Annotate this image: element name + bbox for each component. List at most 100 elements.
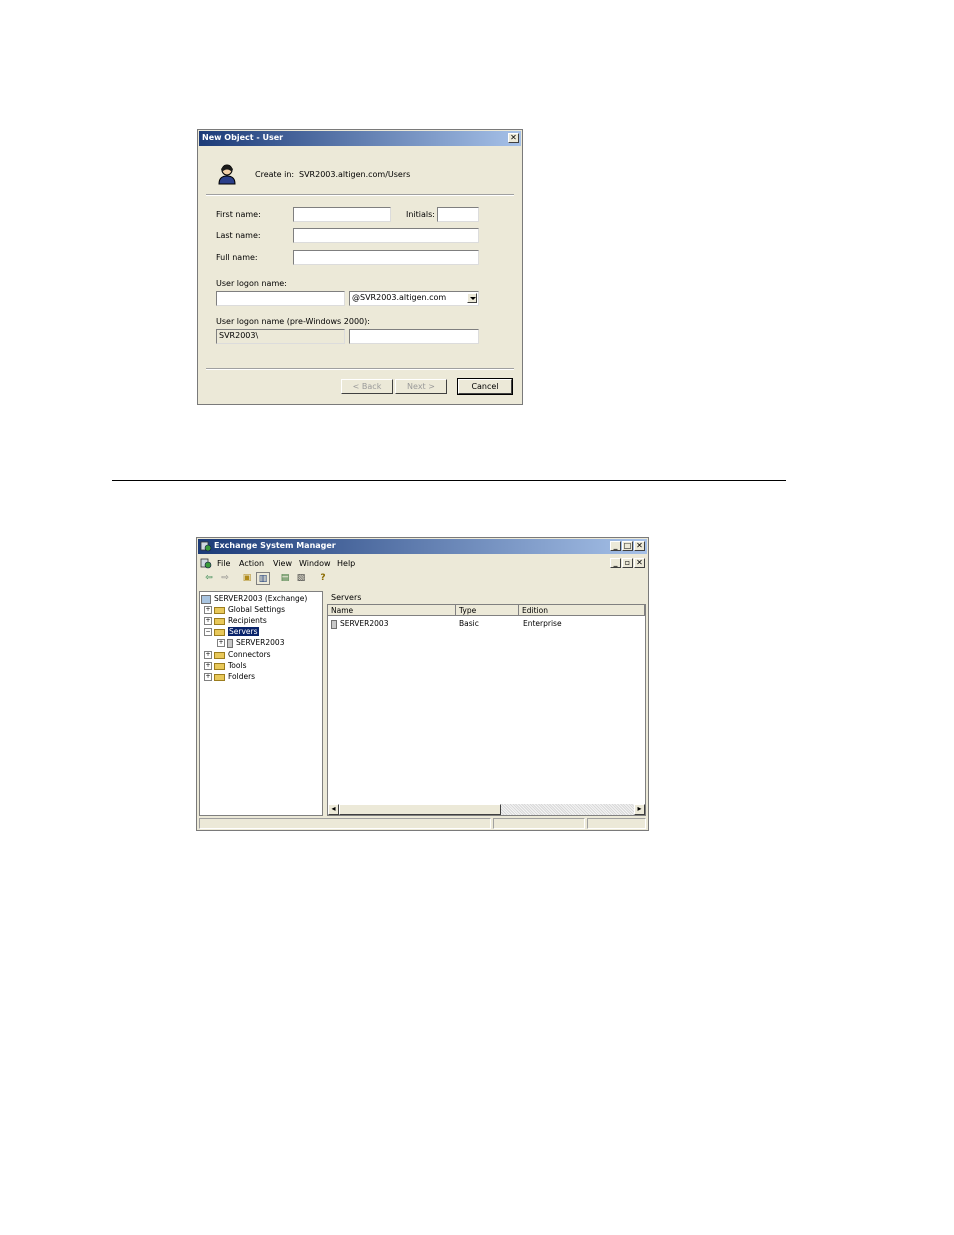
column-header-type[interactable]: Type <box>456 605 519 616</box>
full-name-field[interactable] <box>293 250 479 265</box>
tree-item-folders[interactable]: + Folders <box>204 671 255 682</box>
tree-item-servers[interactable]: − Servers <box>204 626 259 637</box>
mmc-document-icon <box>200 558 212 569</box>
row-name: SERVER2003 <box>340 619 389 628</box>
page-divider <box>112 480 786 481</box>
server-icon <box>227 638 233 648</box>
exchange-app-icon <box>200 541 212 552</box>
dialog-divider-bottom <box>206 368 514 370</box>
list-title-bar: Servers <box>327 591 646 604</box>
back-button[interactable]: < Back <box>341 379 393 394</box>
maximize-icon[interactable]: □ <box>622 541 633 551</box>
expand-icon[interactable]: + <box>204 673 212 681</box>
pre2000-domain-field: SVR2003\ <box>216 329 345 344</box>
expand-icon[interactable]: + <box>204 651 212 659</box>
tree-item-recipients[interactable]: + Recipients <box>204 615 267 626</box>
expand-icon[interactable]: + <box>204 662 212 670</box>
help-icon[interactable]: ? <box>316 572 330 585</box>
full-name-label: Full name: <box>216 253 258 262</box>
list-pane[interactable]: Name Type Edition SERVER2003 Basic Enter… <box>327 604 646 816</box>
horizontal-scrollbar[interactable]: ◂ ▸ <box>328 804 645 815</box>
close-icon[interactable]: ✕ <box>508 133 519 143</box>
status-segment-2 <box>493 818 585 829</box>
tree-item-label: Folders <box>228 672 256 681</box>
status-bar <box>199 818 646 829</box>
mdi-restore-icon[interactable]: ▫ <box>622 558 633 568</box>
initials-label: Initials: <box>406 210 435 219</box>
esm-titlebar[interactable]: Exchange System Manager _ □ ✕ <box>198 539 647 554</box>
domain-select[interactable]: @SVR2003.altigen.com <box>349 291 479 306</box>
mdi-close-icon[interactable]: ✕ <box>634 558 645 568</box>
expand-icon[interactable]: + <box>204 617 212 625</box>
menu-bar: File Action View Window Help _ ▫ ✕ <box>198 556 647 570</box>
tree-item-label: Global Settings <box>228 605 286 614</box>
close-icon[interactable]: ✕ <box>634 541 645 551</box>
domain-select-value: @SVR2003.altigen.com <box>352 293 447 302</box>
pre2000-label: User logon name (pre-Windows 2000): <box>216 317 370 326</box>
folder-open-icon <box>214 628 225 636</box>
back-arrow-icon[interactable]: ⇦ <box>202 572 216 585</box>
status-segment-3 <box>587 818 646 829</box>
column-header-name[interactable]: Name <box>328 605 456 616</box>
next-button[interactable]: Next > <box>395 379 447 394</box>
tree-item-connectors[interactable]: + Connectors <box>204 649 271 660</box>
menu-help[interactable]: Help <box>337 559 355 568</box>
column-header-edition[interactable]: Edition <box>519 605 645 616</box>
expand-icon[interactable]: + <box>217 639 225 647</box>
tree-item-label: Recipients <box>228 616 267 625</box>
collapse-icon[interactable]: − <box>204 628 212 636</box>
first-name-field[interactable] <box>293 207 391 222</box>
forward-arrow-icon[interactable]: ⇨ <box>218 572 232 585</box>
initials-field[interactable] <box>437 207 479 222</box>
tree-item-label: SERVER2003 <box>236 638 285 647</box>
first-name-label: First name: <box>216 210 261 219</box>
dialog-divider-top <box>206 194 514 196</box>
properties-icon[interactable]: ▤ <box>278 572 292 585</box>
folder-icon <box>214 651 225 659</box>
chevron-down-icon[interactable] <box>467 293 477 303</box>
expand-icon[interactable]: + <box>204 606 212 614</box>
show-tree-icon[interactable]: ▥ <box>256 572 270 585</box>
scroll-thumb[interactable] <box>339 804 501 815</box>
menu-file[interactable]: File <box>217 559 230 568</box>
up-folder-icon[interactable]: ▣ <box>240 572 254 585</box>
tree-item-label: Connectors <box>228 650 271 659</box>
last-name-field[interactable] <box>293 228 479 243</box>
scroll-right-icon[interactable]: ▸ <box>634 804 645 815</box>
menu-view[interactable]: View <box>273 559 292 568</box>
tree-root[interactable]: SERVER2003 (Exchange) <box>201 593 307 604</box>
menu-action[interactable]: Action <box>239 559 264 568</box>
exchange-org-icon <box>201 594 211 604</box>
logon-name-field[interactable] <box>216 291 345 306</box>
menu-window[interactable]: Window <box>299 559 331 568</box>
create-in-label: Create in: <box>255 170 295 179</box>
scroll-left-icon[interactable]: ◂ <box>328 804 339 815</box>
esm-title: Exchange System Manager <box>214 541 336 550</box>
tree-root-label: SERVER2003 (Exchange) <box>214 594 308 603</box>
list-title: Servers <box>331 593 362 602</box>
row-type: Basic <box>459 619 479 628</box>
tree-item-label: Tools <box>228 661 247 670</box>
tree-item-server2003[interactable]: + SERVER2003 <box>217 637 284 648</box>
mdi-minimize-icon[interactable]: _ <box>610 558 621 568</box>
tree-item-global-settings[interactable]: + Global Settings <box>204 604 285 615</box>
folder-icon <box>214 662 225 670</box>
new-user-dialog: New Object - User ✕ Create in: SVR2003.a… <box>197 129 523 405</box>
folder-icon <box>214 673 225 681</box>
dialog-title: New Object - User <box>202 133 284 142</box>
dialog-titlebar[interactable]: New Object - User ✕ <box>199 131 521 146</box>
folder-icon <box>214 606 225 614</box>
tree-item-tools[interactable]: + Tools <box>204 660 246 671</box>
toolbar: ⇦ ⇨ ▣ ▥ ▤ ▧ ? <box>198 572 647 587</box>
tree-pane[interactable]: SERVER2003 (Exchange) + Global Settings +… <box>199 591 323 816</box>
status-segment-main <box>199 818 491 829</box>
pre2000-logon-field[interactable] <box>349 329 479 344</box>
last-name-label: Last name: <box>216 231 261 240</box>
table-row[interactable]: SERVER2003 Basic Enterprise <box>331 619 631 630</box>
folder-icon <box>214 617 225 625</box>
cancel-button[interactable]: Cancel <box>457 378 513 395</box>
row-edition: Enterprise <box>523 619 562 628</box>
minimize-icon[interactable]: _ <box>610 541 621 551</box>
logon-name-label: User logon name: <box>216 279 287 288</box>
export-list-icon[interactable]: ▧ <box>294 572 308 585</box>
